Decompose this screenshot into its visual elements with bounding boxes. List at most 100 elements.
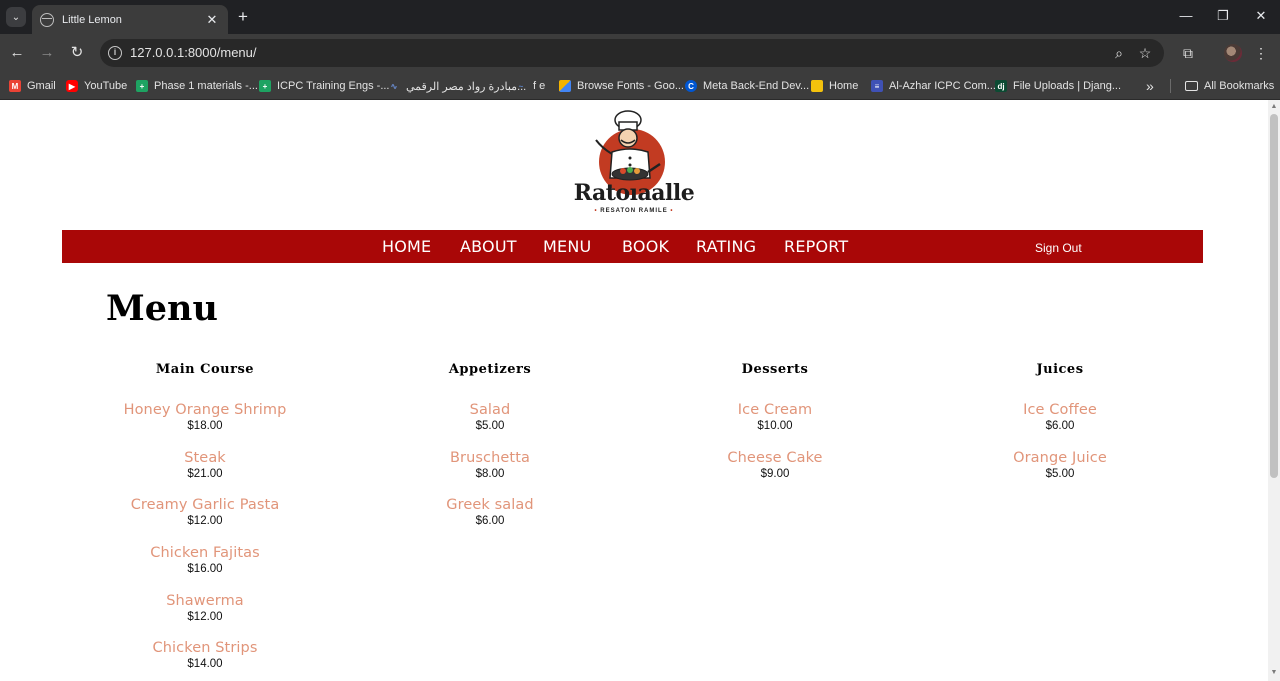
menu-item-link[interactable]: Steak	[75, 449, 335, 467]
bookmark-star-icon[interactable]: ☆	[1136, 44, 1154, 62]
menu-item-link[interactable]: Cheese Cake	[645, 449, 905, 467]
bookmark-label: مبادرة رواد مصر الرقمي...	[406, 80, 527, 93]
menu-item-link[interactable]: Creamy Garlic Pasta	[75, 496, 335, 514]
menu-item: Chicken Strips $14.00	[75, 639, 335, 681]
menu-item-price: $9.00	[760, 467, 790, 480]
django-icon: dj	[995, 80, 1007, 92]
nav-report-link[interactable]: REPORT	[784, 237, 848, 256]
back-arrow-icon[interactable]: ←	[7, 43, 27, 63]
chart-icon: ∿	[390, 81, 398, 91]
menu-item-link[interactable]: Salad	[360, 401, 620, 419]
menu-item-link[interactable]: Orange Juice	[930, 449, 1190, 467]
menu-item-link[interactable]: Ice Coffee	[930, 401, 1190, 419]
tab-title: Little Lemon	[62, 13, 122, 26]
site-info-icon[interactable]: i	[108, 46, 122, 60]
web-icon: ~	[518, 81, 524, 91]
menu-item-price: $6.00	[1045, 420, 1075, 432]
minimize-icon[interactable]: —	[1171, 6, 1201, 26]
bookmark-label: f e	[533, 80, 546, 92]
menu-item-link[interactable]: Shawerma	[75, 592, 335, 610]
bookmark-meta[interactable]: C Meta Back-End Dev...	[685, 78, 809, 94]
profile-avatar[interactable]	[1224, 44, 1242, 62]
extensions-puzzle-icon[interactable]: ⧉	[1179, 44, 1197, 62]
menu-item-price: $5.00	[1045, 467, 1075, 480]
forward-arrow-icon[interactable]: →	[37, 43, 57, 63]
menu-item: Chicken Fajitas $16.00	[75, 544, 335, 592]
page-scrollbar[interactable]: ▲ ▼	[1268, 100, 1280, 681]
window-close-icon[interactable]: ✕	[1246, 6, 1276, 26]
nav-rating-link[interactable]: RATING	[696, 237, 756, 256]
page-title: Menu	[106, 288, 218, 329]
bookmark-label: Home	[829, 80, 859, 92]
menu-item-link[interactable]: Ice Cream	[645, 401, 905, 419]
browser-tab-strip: ⌄ Little Lemon ✕ + — ❐ ✕	[0, 0, 1280, 34]
menu-item-price: $21.00	[187, 467, 223, 480]
scroll-up-arrow-icon[interactable]: ▲	[1268, 101, 1280, 113]
menu-item: Steak $21.00	[75, 449, 335, 497]
page-viewport: Ratoıaalle • RESATON RAMILE • HOME ABOUT…	[0, 100, 1268, 681]
bookmark-fonts[interactable]: Browse Fonts - Goo...	[559, 78, 684, 94]
menu-item-link[interactable]: Honey Orange Shrimp	[75, 401, 335, 419]
bookmark-fe[interactable]: ~ f e	[515, 78, 546, 94]
more-menu-icon[interactable]: ⋮	[1252, 44, 1270, 62]
forms-icon: ≡	[871, 80, 883, 92]
reload-icon[interactable]: ↻	[67, 43, 87, 63]
tab-close-icon[interactable]: ✕	[204, 12, 220, 28]
menu-item: Orange Juice $5.00	[930, 449, 1190, 497]
menu-item-link[interactable]: Bruschetta	[360, 449, 620, 467]
bookmark-home[interactable]: Home	[811, 78, 858, 94]
browser-tab[interactable]: Little Lemon ✕	[32, 5, 228, 34]
url-text[interactable]: 127.0.0.1:8000/menu/	[130, 45, 257, 60]
all-bookmarks-folder[interactable]: All Bookmarks	[1185, 78, 1274, 94]
bookmark-arabic[interactable]: ∿ مبادرة رواد مصر الرقمي...	[388, 78, 527, 94]
main-nav-bar: HOME ABOUT MENU BOOK RATING REPORT Sign …	[62, 230, 1203, 263]
bookmark-label: Browse Fonts - Goo...	[577, 80, 684, 92]
bookmarks-overflow-icon[interactable]: »	[1146, 78, 1154, 94]
menu-item: Honey Orange Shrimp $18.00	[75, 401, 335, 449]
menu-category-desserts: Desserts Ice Cream $10.00 Cheese Cake $9…	[645, 362, 905, 496]
menu-item-link[interactable]: Chicken Fajitas	[75, 544, 335, 562]
gmail-icon: M	[9, 80, 21, 92]
sign-out-link[interactable]: Sign Out	[1035, 241, 1082, 255]
bookmark-label: ICPC Training Engs -...	[277, 80, 390, 92]
coursera-icon: C	[685, 80, 697, 92]
menu-item: Greek salad $6.00	[360, 496, 620, 544]
bookmark-django[interactable]: dj File Uploads | Djang...	[995, 78, 1121, 94]
tab-search-chevron-icon[interactable]: ⌄	[6, 7, 26, 27]
menu-item: Creamy Garlic Pasta $12.00	[75, 496, 335, 544]
sheets-icon: +	[136, 80, 148, 92]
bookmark-icpc-training[interactable]: + ICPC Training Engs -...	[259, 78, 390, 94]
menu-item: Ice Coffee $6.00	[930, 401, 1190, 449]
scroll-thumb[interactable]	[1270, 114, 1278, 478]
menu-item-price: $16.00	[187, 563, 223, 576]
bookmark-label: Meta Back-End Dev...	[703, 80, 810, 92]
menu-item-price: $10.00	[757, 420, 793, 432]
new-tab-plus-icon[interactable]: +	[234, 7, 252, 27]
category-title: Juices	[1036, 362, 1084, 377]
address-bar[interactable]: i 127.0.0.1:8000/menu/ ⌕ ☆	[100, 39, 1164, 67]
bookmark-phase1[interactable]: + Phase 1 materials -...	[136, 78, 258, 94]
bookmark-label: Al-Azhar ICPC Com...	[889, 80, 996, 92]
logo-subtitle: • RESATON RAMILE •	[594, 208, 674, 214]
bookmark-label: YouTube	[84, 80, 128, 92]
menu-item-link[interactable]: Chicken Strips	[75, 639, 335, 657]
bookmark-gmail[interactable]: M Gmail	[9, 78, 56, 94]
bookmarks-divider	[1170, 79, 1171, 93]
nav-home-link[interactable]: HOME	[382, 237, 431, 256]
restore-icon[interactable]: ❐	[1208, 6, 1238, 26]
scroll-down-arrow-icon[interactable]: ▼	[1268, 667, 1280, 679]
menu-item-price: $12.00	[187, 515, 223, 528]
logo-text: Ratoıaalle	[573, 180, 695, 206]
menu-item-link[interactable]: Greek salad	[360, 496, 620, 514]
zoom-icon[interactable]: ⌕	[1110, 44, 1128, 62]
category-title: Main Course	[155, 362, 255, 377]
folder-icon	[1185, 81, 1198, 91]
menu-category-main-course: Main Course Honey Orange Shrimp $18.00 S…	[75, 362, 335, 681]
bookmark-alazhar[interactable]: ≡ Al-Azhar ICPC Com...	[871, 78, 996, 94]
nav-book-link[interactable]: BOOK	[622, 237, 669, 256]
restaurant-logo[interactable]: Ratoıaalle • RESATON RAMILE •	[572, 108, 696, 218]
bookmark-youtube[interactable]: ▶ YouTube	[66, 78, 127, 94]
fonts-icon	[559, 80, 571, 92]
nav-menu-link[interactable]: MENU	[543, 237, 591, 256]
nav-about-link[interactable]: ABOUT	[460, 237, 517, 256]
